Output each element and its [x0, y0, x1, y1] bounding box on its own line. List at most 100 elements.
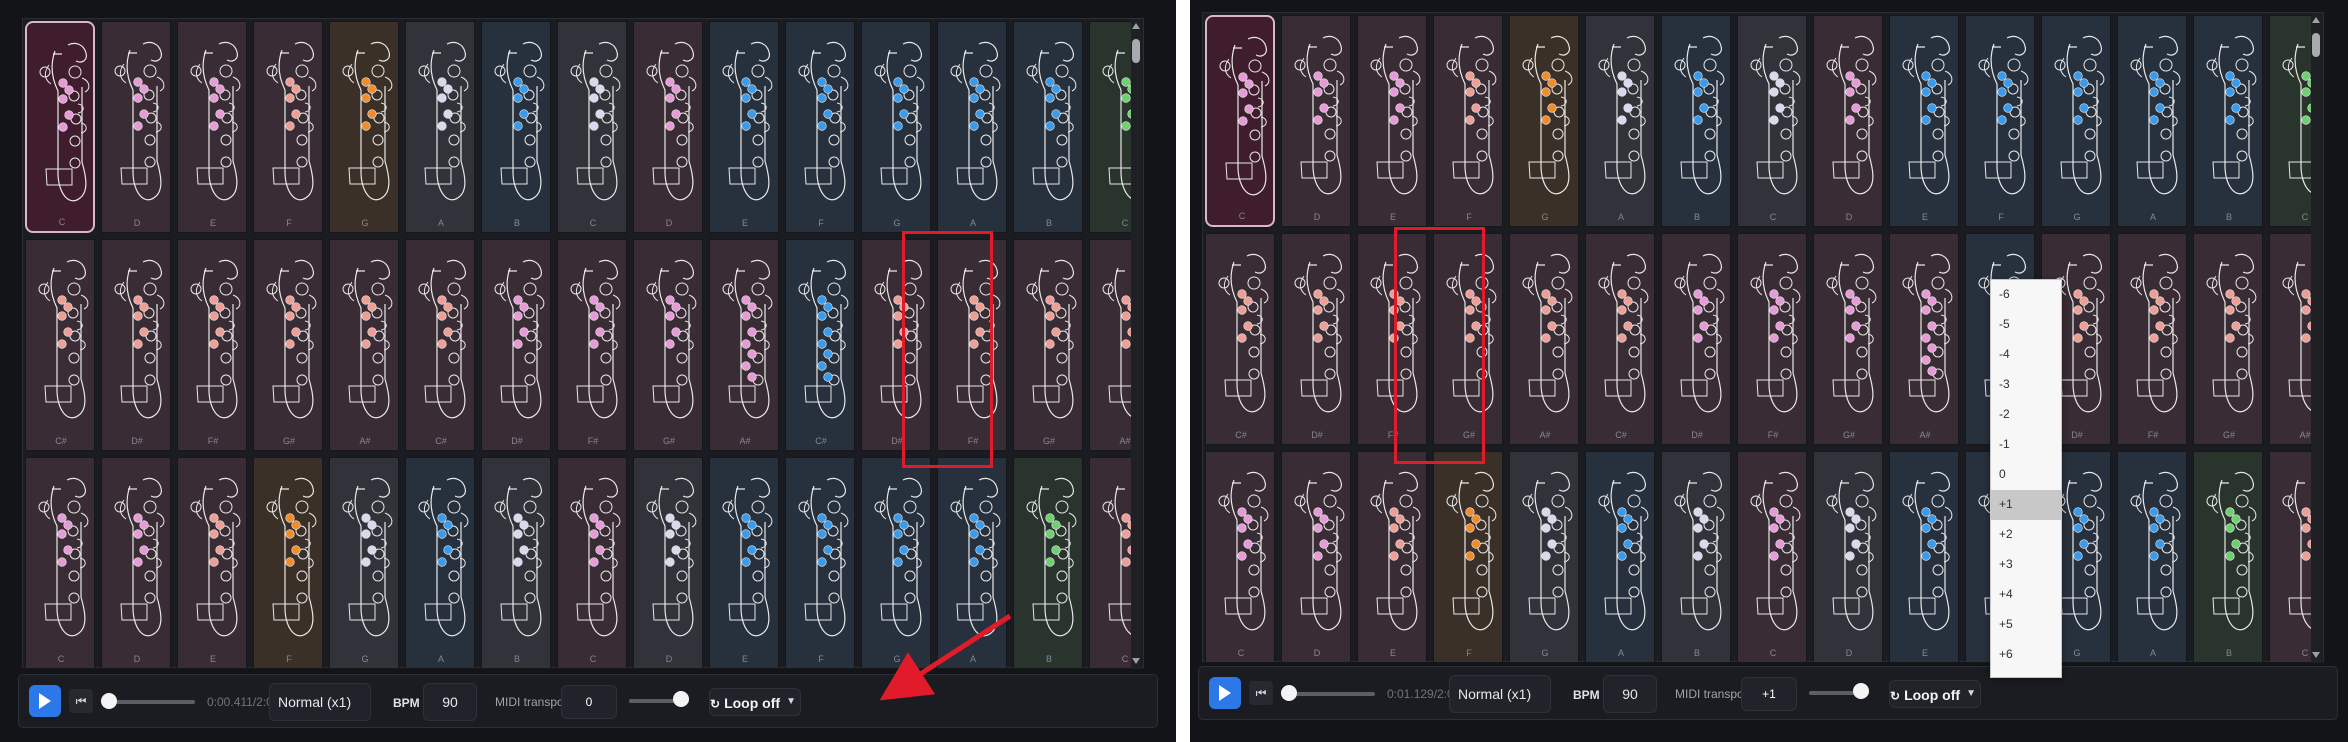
- fingering-cell[interactable]: A#: [1089, 239, 1133, 451]
- midi-transpose-select[interactable]: 0: [561, 685, 617, 719]
- fingering-cell[interactable]: D: [633, 457, 703, 669]
- fingering-cell[interactable]: B: [1013, 457, 1083, 669]
- volume-slider-knob[interactable]: [1853, 683, 1869, 699]
- fingering-cell[interactable]: B: [2193, 15, 2263, 227]
- fingering-cell[interactable]: E: [1889, 15, 1959, 227]
- fingering-cell[interactable]: G: [2041, 15, 2111, 227]
- fingering-cell[interactable]: C#: [785, 239, 855, 451]
- dropdown-option[interactable]: 0: [1991, 460, 2061, 490]
- dropdown-option[interactable]: -2: [1991, 400, 2061, 430]
- dropdown-option[interactable]: -6: [1991, 280, 2061, 310]
- fingering-cell[interactable]: E: [709, 457, 779, 669]
- fingering-cell[interactable]: C#: [25, 239, 95, 451]
- speed-select[interactable]: Normal (x1): [269, 683, 371, 721]
- scroll-up-icon[interactable]: [1132, 21, 1140, 29]
- fingering-cell[interactable]: A#: [1889, 233, 1959, 445]
- fingering-cell[interactable]: A: [1585, 451, 1655, 663]
- fingering-cell[interactable]: E: [177, 21, 247, 233]
- loop-toggle[interactable]: ↻ Loop off ▼: [1889, 680, 1981, 708]
- scroll-down-icon[interactable]: [1132, 658, 1140, 666]
- fingering-cell[interactable]: F#: [177, 239, 247, 451]
- fingering-cell[interactable]: A: [2117, 15, 2187, 227]
- fingering-cell[interactable]: D: [1281, 451, 1351, 663]
- fingering-cell[interactable]: A: [1585, 15, 1655, 227]
- fingering-cell[interactable]: E: [709, 21, 779, 233]
- fingering-cell[interactable]: G: [329, 457, 399, 669]
- scroll-down-icon[interactable]: [2312, 652, 2320, 660]
- fingering-cell[interactable]: F: [1433, 451, 1503, 663]
- scroll-thumb[interactable]: [2312, 33, 2320, 57]
- fingering-cell[interactable]: F: [1433, 15, 1503, 227]
- midi-transpose-select[interactable]: +1: [1741, 677, 1797, 711]
- fingering-cell[interactable]: B: [1661, 451, 1731, 663]
- fingering-cell[interactable]: A: [937, 21, 1007, 233]
- fingering-cell[interactable]: C: [1205, 451, 1275, 663]
- fingering-cell[interactable]: G: [861, 457, 931, 669]
- loop-toggle[interactable]: ↻ Loop off ▼: [709, 688, 801, 716]
- fingering-cell[interactable]: F: [253, 457, 323, 669]
- fingering-cell[interactable]: C: [557, 457, 627, 669]
- fingering-cell[interactable]: F: [785, 21, 855, 233]
- fingering-cell[interactable]: G#: [633, 239, 703, 451]
- fingering-cell[interactable]: B: [481, 457, 551, 669]
- fingering-cell[interactable]: E: [1357, 15, 1427, 227]
- vertical-scrollbar[interactable]: [2311, 13, 2321, 663]
- fingering-cell[interactable]: G: [1509, 15, 1579, 227]
- dropdown-option[interactable]: +3: [1991, 550, 2061, 580]
- fingering-cell[interactable]: G: [329, 21, 399, 233]
- fingering-cell[interactable]: G: [1509, 451, 1579, 663]
- midi-transpose-dropdown[interactable]: -6 -5 -4 -3 -2 -1 0 +1 +2 +3 +4 +5 +6: [1990, 279, 2062, 678]
- scroll-up-icon[interactable]: [2312, 15, 2320, 23]
- fingering-cell[interactable]: G#: [1013, 239, 1083, 451]
- fingering-cell[interactable]: C: [1737, 451, 1807, 663]
- fingering-cell[interactable]: C: [557, 21, 627, 233]
- play-button[interactable]: [29, 685, 61, 717]
- fingering-cell[interactable]: G: [861, 21, 931, 233]
- fingering-cell[interactable]: B: [2193, 451, 2263, 663]
- fingering-cell[interactable]: D#: [1281, 233, 1351, 445]
- fingering-cell[interactable]: C: [1205, 15, 1275, 227]
- fingering-cell[interactable]: A#: [1509, 233, 1579, 445]
- fingering-cell[interactable]: G#: [253, 239, 323, 451]
- dropdown-option[interactable]: -1: [1991, 430, 2061, 460]
- fingering-cell[interactable]: C: [25, 457, 95, 669]
- fingering-cell[interactable]: B: [481, 21, 551, 233]
- fingering-cell[interactable]: E: [1357, 451, 1427, 663]
- fingering-cell[interactable]: A: [405, 457, 475, 669]
- bpm-input[interactable]: 90: [423, 683, 477, 721]
- fingering-cell[interactable]: D: [1813, 451, 1883, 663]
- fingering-cell[interactable]: D: [1281, 15, 1351, 227]
- fingering-cell[interactable]: C: [25, 21, 95, 233]
- dropdown-option[interactable]: +1: [1991, 490, 2061, 520]
- vertical-scrollbar[interactable]: [1131, 19, 1141, 669]
- fingering-cell[interactable]: D#: [481, 239, 551, 451]
- scroll-thumb[interactable]: [1132, 39, 1140, 63]
- fingering-cell[interactable]: A#: [329, 239, 399, 451]
- play-button[interactable]: [1209, 677, 1241, 709]
- fingering-cell[interactable]: D: [101, 21, 171, 233]
- speed-select[interactable]: Normal (x1): [1449, 675, 1551, 713]
- fingering-cell[interactable]: C: [1737, 15, 1807, 227]
- fingering-cell[interactable]: E: [1889, 451, 1959, 663]
- fingering-cell[interactable]: D#: [101, 239, 171, 451]
- fingering-cell[interactable]: C: [1089, 457, 1133, 669]
- fingering-cell[interactable]: C#: [1205, 233, 1275, 445]
- fingering-cell[interactable]: D: [633, 21, 703, 233]
- fingering-cell[interactable]: C: [2269, 451, 2313, 663]
- fingering-cell[interactable]: A#: [2269, 233, 2313, 445]
- dropdown-option[interactable]: -3: [1991, 370, 2061, 400]
- fingering-cell[interactable]: G#: [1813, 233, 1883, 445]
- fingering-cell[interactable]: F#: [557, 239, 627, 451]
- position-slider-knob[interactable]: [101, 693, 117, 709]
- fingering-cell[interactable]: G#: [2193, 233, 2263, 445]
- fingering-cell[interactable]: D: [1813, 15, 1883, 227]
- dropdown-option[interactable]: -5: [1991, 310, 2061, 340]
- fingering-cell[interactable]: E: [177, 457, 247, 669]
- fingering-cell[interactable]: F#: [1737, 233, 1807, 445]
- fingering-cell[interactable]: F: [253, 21, 323, 233]
- dropdown-option[interactable]: +2: [1991, 520, 2061, 550]
- dropdown-option[interactable]: +6: [1991, 640, 2061, 670]
- fingering-cell[interactable]: B: [1013, 21, 1083, 233]
- volume-slider-knob[interactable]: [673, 691, 689, 707]
- fingering-cell[interactable]: C#: [1585, 233, 1655, 445]
